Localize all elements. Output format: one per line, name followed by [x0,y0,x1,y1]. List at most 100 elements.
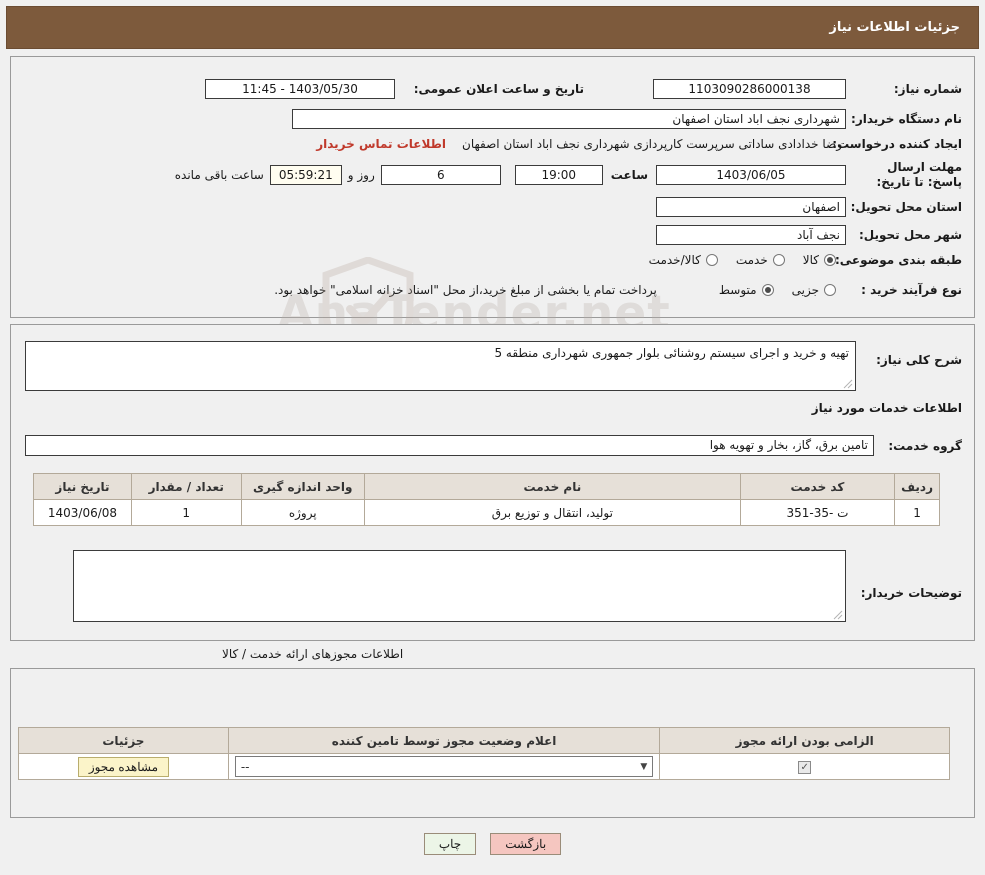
process-note: پرداخت تمام یا بخشی از مبلغ خرید،از محل … [274,283,657,297]
remaining-hours-label: ساعت باقی مانده [174,168,264,182]
process-label: نوع فرآیند خرید : [861,283,962,297]
creator-label: ایجاد کننده درخواست: [832,137,962,151]
remaining-days-label: روز و [347,168,375,182]
th-permit-required: الزامی بودن ارائه مجوز [659,727,950,754]
permits-panel: الزامی بودن ارائه مجوز اعلام وضعیت مجوز … [10,668,975,818]
cell-permit-required: ✓ [659,753,950,780]
buyer-notes-value[interactable] [73,550,846,622]
deadline-label-wrap: مهلت ارسال پاسخ: تا تاریخ: [850,160,963,190]
city-label: شهر محل تحویل: [858,228,962,242]
category-option-goods-service[interactable]: کالا/خدمت [649,253,718,267]
need-number-row: شماره نیاز: 1103090286000138 [653,79,962,99]
radio-icon[interactable] [761,284,774,296]
print-button[interactable]: چاپ [423,833,477,855]
city-value: نجف آباد [656,225,846,245]
th-service-code: کد خدمت [739,473,896,500]
cell-quantity: 1 [130,499,242,526]
footer-buttons: بازگشت چاپ [0,833,985,855]
services-table: ردیف کد خدمت نام خدمت واحد اندازه گیری ت… [33,473,940,526]
category-option-goods[interactable]: کالا [803,253,836,267]
category-radio-group: کالا خدمت کالا/خدمت [631,253,836,267]
deadline-date-value: 1403/06/05 [656,165,846,185]
announce-datetime-value: 1403/05/30 - 11:45 [205,79,395,99]
radio-icon[interactable] [824,254,836,266]
service-group-label: گروه خدمت: [888,439,962,453]
general-description-label: شرح کلی نیاز: [876,353,962,367]
need-number-label: شماره نیاز: [893,82,962,96]
category-option-goods-label: کالا [802,253,819,267]
need-info-panel: شماره نیاز: 1103090286000138 تاریخ و ساع… [10,56,975,365]
th-quantity: تعداد / مقدار [130,473,242,500]
resize-grip-icon[interactable] [833,610,843,620]
general-description-text: تهیه و خرید و اجرای سیستم روشنائی بلوار … [494,346,849,360]
page-root: جزئیات اطلاعات نیاز شماره نیاز: 11030902… [0,0,985,875]
province-label: استان محل تحویل: [850,200,962,214]
category-option-service-label: خدمت [735,253,768,267]
deadline-row: 1403/06/05 ساعت 19:00 6 روز و 05:59:21 س… [175,165,846,185]
cell-permit-status: ▼ -- [227,753,661,780]
th-permit-status: اعلام وضعیت مجوز توسط تامین کننده [227,727,661,754]
th-service-name: نام خدمت [363,473,741,500]
radio-icon[interactable] [705,254,718,266]
process-option-medium-label: متوسط [718,283,757,297]
announce-datetime-label: تاریخ و ساعت اعلان عمومی: [413,82,584,96]
th-need-date: تاریخ نیاز [33,473,132,500]
permit-required-checkbox[interactable]: ✓ [798,761,812,775]
category-option-goods-service-label: کالا/خدمت [648,253,701,267]
th-permit-details: جزئیات [18,727,229,754]
page-title: جزئیات اطلاعات نیاز [829,20,960,35]
buyer-org-label: نام دستگاه خریدار: [851,112,962,126]
buyer-contact-link[interactable]: اطلاعات تماس خریدار [316,137,446,151]
permit-status-select[interactable]: ▼ -- [234,756,654,777]
deadline-time-value: 19:00 [514,165,603,185]
services-table-header-row: ردیف کد خدمت نام خدمت واحد اندازه گیری ت… [33,473,940,500]
page-header: جزئیات اطلاعات نیاز [6,6,979,49]
process-radio-group: جزیی متوسط پرداخت تمام یا بخشی از مبلغ خ… [274,283,836,297]
table-row: ✓ ▼ -- مشاهده مجوز [18,753,950,780]
view-permit-button[interactable]: مشاهده مجوز [77,756,170,777]
services-section-title: اطلاعات خدمات مورد نیاز [811,401,962,415]
service-group-value: تامین برق، گاز، بخار و تهویه هوا [25,435,874,456]
city-row: شهر محل تحویل: نجف آباد [656,225,962,245]
th-row-index: ردیف [894,473,940,500]
deadline-label: مهلت ارسال پاسخ: تا تاریخ: [876,160,963,189]
cell-need-date: 1403/06/08 [33,499,132,526]
buyer-org-value: شهرداری نجف اباد استان اصفهان [292,109,846,129]
radio-icon[interactable] [772,254,785,266]
buyer-notes-label: توضیحات خریدار: [860,586,962,600]
process-option-medium[interactable]: متوسط [719,283,774,297]
cell-row-index: 1 [894,499,940,526]
permits-section-label: اطلاعات مجوزهای ارائه خدمت / کالا [222,647,404,661]
permit-status-value: -- [240,759,250,774]
permits-table: الزامی بودن ارائه مجوز اعلام وضعیت مجوز … [18,727,950,780]
remaining-days-value: 6 [380,165,501,185]
countdown-value: 05:59:21 [269,165,342,185]
radio-icon[interactable] [824,284,836,296]
process-option-minor[interactable]: جزیی [792,283,836,297]
need-description-panel: شرح کلی نیاز: تهیه و خرید و اجرای سیستم … [10,324,975,641]
creator-row: ایجاد کننده درخواست: رضا خدادادی ساداتی … [316,137,962,151]
buyer-org-row: نام دستگاه خریدار: شهرداری نجف اباد استا… [292,109,962,129]
table-row: 1 ت -35-351 تولید، انتقال و توزیع برق پر… [33,499,940,526]
process-option-minor-label: جزیی [791,283,819,297]
general-description-value[interactable]: تهیه و خرید و اجرای سیستم روشنائی بلوار … [25,341,856,391]
need-number-value: 1103090286000138 [653,79,846,99]
province-row: استان محل تحویل: اصفهان [656,197,962,217]
category-row: طبقه بندی موضوعی: کالا خدمت کالا/خدمت [631,253,962,267]
cell-unit: پروژه [240,499,365,526]
process-row: نوع فرآیند خرید : جزیی متوسط پرداخت تمام… [274,283,962,297]
permits-table-header-row: الزامی بودن ارائه مجوز اعلام وضعیت مجوز … [18,727,950,754]
resize-grip-icon[interactable] [843,379,853,389]
cell-service-name: تولید، انتقال و توزیع برق [363,499,741,526]
cell-service-code: ت -35-351 [739,499,896,526]
announce-datetime-row: تاریخ و ساعت اعلان عمومی: 1403/05/30 - 1… [205,79,584,99]
chevron-down-icon[interactable]: ▼ [640,762,647,772]
hour-label: ساعت [610,168,648,182]
back-button[interactable]: بازگشت [490,833,562,855]
creator-value: رضا خدادادی ساداتی سرپرست کارپردازی شهرد… [462,137,842,151]
th-unit: واحد اندازه گیری [240,473,365,500]
cell-permit-details: مشاهده مجوز [18,753,229,780]
category-label: طبقه بندی موضوعی: [834,253,962,267]
category-option-service[interactable]: خدمت [736,253,785,267]
province-value: اصفهان [656,197,846,217]
